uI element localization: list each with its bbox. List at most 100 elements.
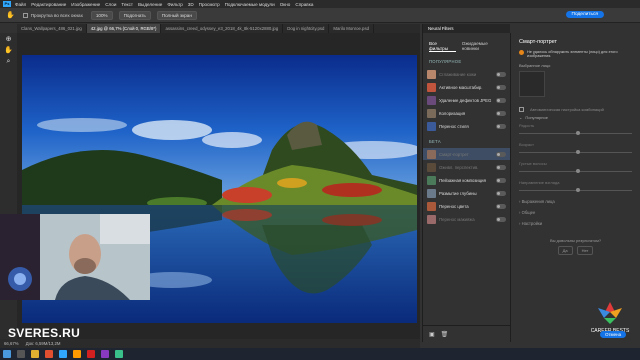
- menu-item[interactable]: Изображение: [71, 2, 100, 7]
- filter-toggle[interactable]: [496, 97, 506, 103]
- menu-item[interactable]: Текст: [121, 2, 133, 7]
- photoshop-icon[interactable]: [59, 350, 67, 358]
- filter-item[interactable]: Сглаживание кожи: [423, 68, 510, 80]
- scroll-all-checkbox[interactable]: [22, 12, 28, 18]
- hand-tool-icon[interactable]: ✋: [6, 11, 15, 19]
- filter-thumbnail-icon: [427, 108, 436, 118]
- hand-tool-icon[interactable]: ✋: [4, 47, 13, 55]
- watermark-text: SVERES.RU: [8, 326, 81, 340]
- filter-item[interactable]: Удаление дефектов JPEG: [423, 94, 510, 106]
- taskbar: [0, 348, 640, 360]
- fit-screen-button[interactable]: Подогнать: [118, 10, 151, 20]
- document-tab[interactable]: Marilo Monroe.psd: [329, 24, 374, 33]
- face-thumbnail[interactable]: [519, 71, 545, 97]
- document-tab[interactable]: Clans_Wallpapers_486_021.jpg: [17, 24, 87, 33]
- menu-item[interactable]: Подключаемые модули: [225, 2, 275, 7]
- filter-item[interactable]: Перенос цвета: [423, 200, 510, 212]
- group-label: Настройки: [521, 221, 543, 226]
- filter-toggle[interactable]: [496, 164, 506, 170]
- trash-icon[interactable]: 🗑: [441, 331, 449, 338]
- app-icon[interactable]: [115, 350, 123, 358]
- filter-toggle[interactable]: [496, 177, 506, 183]
- document-tab[interactable]: Dog in nightcity.psd: [283, 24, 330, 33]
- group-label: Выражения лица: [521, 199, 555, 204]
- document-tabs: Clans_Wallpapers_486_021.jpg 42.jpg @ 66,…: [17, 24, 420, 33]
- document-tab[interactable]: assassins_creed_odyssey_e3_2018_4k_8k-51…: [161, 24, 284, 33]
- slider[interactable]: [519, 131, 632, 135]
- menu-bar: Ps Файл Редактирование Изображение Слои Текс…: [0, 0, 640, 8]
- collapsed-group[interactable]: › Настройки: [519, 221, 632, 226]
- filter-label: Пейзажная композиция: [439, 177, 486, 183]
- feedback-yes-button[interactable]: Да: [557, 246, 573, 255]
- filter-item[interactable]: Перенос макияжа: [423, 213, 510, 225]
- slider[interactable]: [519, 169, 632, 173]
- zoom-100-button[interactable]: 100%: [90, 10, 113, 20]
- filter-toggle[interactable]: [496, 123, 506, 129]
- neural-filters-panel: Neural Filters Все фильтры Ожидаемые нов…: [422, 24, 640, 342]
- filter-title: Смарт-портрет: [519, 39, 558, 45]
- collapsed-group[interactable]: › Выражения лица: [519, 199, 632, 204]
- filter-toggle[interactable]: [496, 203, 506, 209]
- menu-item[interactable]: Просмотр: [199, 2, 220, 7]
- menu-item[interactable]: Редактирование: [31, 2, 66, 7]
- filter-toggle[interactable]: [496, 151, 506, 157]
- feedback-no-button[interactable]: Нет: [576, 246, 594, 255]
- app-icon[interactable]: [101, 350, 109, 358]
- filter-item[interactable]: Пейзажная композиция: [423, 174, 510, 186]
- cancel-button[interactable]: Отмена: [600, 331, 627, 338]
- filter-settings-panel: Смарт-портрет Не удалось обнаружить элем…: [510, 33, 640, 342]
- slider-label: Густые волосы: [519, 161, 547, 166]
- auto-balance-checkbox[interactable]: [519, 107, 524, 112]
- filter-thumbnail-icon: [427, 149, 436, 159]
- filter-item[interactable]: Активное масштабир.: [423, 81, 510, 93]
- filter-toggle[interactable]: [496, 190, 506, 196]
- filter-toggle[interactable]: [496, 71, 506, 77]
- filter-toggle[interactable]: [496, 110, 506, 116]
- illustrator-icon[interactable]: [73, 350, 81, 358]
- slider[interactable]: [519, 150, 632, 154]
- menu-item[interactable]: Окно: [280, 2, 291, 7]
- filter-toggle[interactable]: [496, 216, 506, 222]
- browser-icon[interactable]: [45, 350, 53, 358]
- filter-label: Активное масштабир.: [439, 84, 483, 90]
- windows-start-icon[interactable]: [3, 350, 11, 358]
- scroll-all-label: Прокрутка во всех окнах: [30, 12, 83, 18]
- layer-icon[interactable]: ▣: [429, 331, 435, 338]
- beta-filters-list: Смарт-портрет Оживл. перспектив. Пейзажная…: [423, 148, 510, 225]
- menu-items: Файл Редактирование Изображение Слои Текст Вы…: [15, 2, 318, 7]
- filter-label: Оживл. перспектив.: [439, 164, 479, 170]
- photoshop-logo-icon[interactable]: Ps: [3, 1, 11, 7]
- tab-wait-list[interactable]: Ожидаемые новинки: [462, 41, 504, 52]
- fill-screen-button[interactable]: Полный экран: [156, 10, 197, 20]
- menu-item[interactable]: Файл: [15, 2, 26, 7]
- zoom-tool-icon[interactable]: ⌕: [4, 58, 13, 66]
- share-button[interactable]: Поделиться: [565, 11, 604, 18]
- filter-item[interactable]: Оживл. перспектив.: [423, 161, 510, 173]
- explorer-icon[interactable]: [31, 350, 39, 358]
- search-icon[interactable]: [17, 350, 25, 358]
- menu-item[interactable]: 3D: [188, 2, 194, 7]
- collapsed-group[interactable]: › Общее: [519, 210, 632, 215]
- menu-item[interactable]: Фильтр: [167, 2, 182, 7]
- document-tab[interactable]: 42.jpg @ 66,7% (Слой 0, RGB/8*): [86, 24, 162, 33]
- filter-item[interactable]: Колоризация: [423, 107, 510, 119]
- filter-thumbnail-icon: [427, 201, 436, 211]
- filter-item[interactable]: Смарт-портрет: [423, 148, 510, 160]
- move-tool-icon[interactable]: ⊕: [4, 36, 13, 44]
- tab-all-filters[interactable]: Все фильтры: [429, 41, 456, 52]
- filter-toggle[interactable]: [496, 84, 506, 90]
- status-bar: 66,67% Док: 6,59M/13,2M: [0, 339, 420, 348]
- featured-group-header[interactable]: ⌄ Популярное: [519, 115, 632, 120]
- auto-balance-row[interactable]: Автоматическая настройка комбинаций: [519, 107, 632, 112]
- filter-label: Удаление дефектов JPEG: [439, 97, 492, 103]
- filter-item[interactable]: Размытие глубины: [423, 187, 510, 199]
- acrobat-icon[interactable]: [87, 350, 95, 358]
- menu-item[interactable]: Справка: [295, 2, 313, 7]
- menu-item[interactable]: Выделение: [138, 2, 162, 7]
- zoom-readout[interactable]: 66,67%: [4, 341, 19, 346]
- menu-item[interactable]: Слои: [105, 2, 116, 7]
- filter-item[interactable]: Перенос стиля: [423, 120, 510, 132]
- slider[interactable]: [519, 188, 632, 192]
- sliders-group: Радость Возраст Густые волосы Направление в…: [519, 123, 632, 192]
- face-label: Выбранное лицо: [519, 63, 551, 68]
